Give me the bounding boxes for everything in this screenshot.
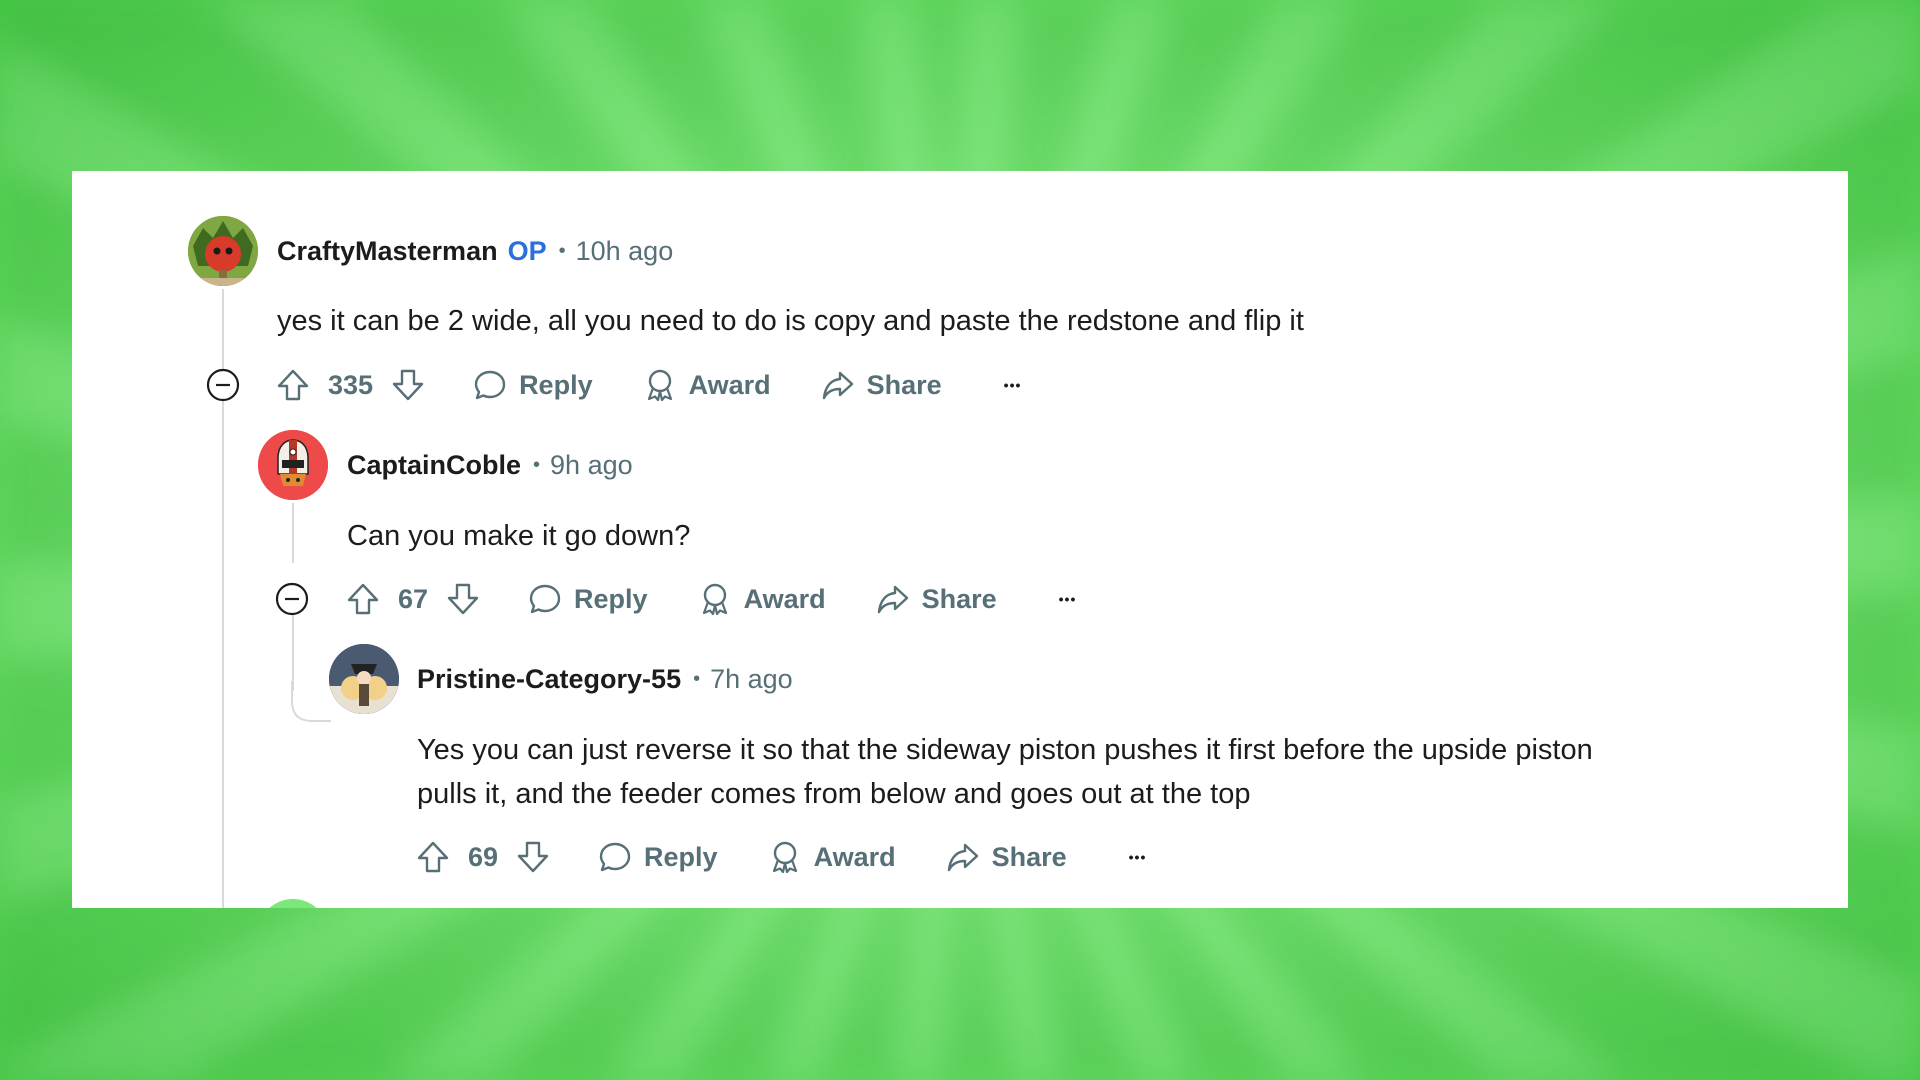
avatar-partial-next-comment[interactable] bbox=[258, 899, 328, 908]
author-name[interactable]: CraftyMasterman bbox=[277, 234, 498, 268]
comment-body-line-2: pulls it, and the feeder comes from belo… bbox=[417, 778, 1251, 810]
author-name[interactable]: CaptainCoble bbox=[347, 448, 521, 482]
more-options-icon[interactable]: ••• bbox=[1129, 849, 1147, 865]
meta-separator: • bbox=[533, 454, 541, 476]
op-badge: OP bbox=[507, 236, 547, 266]
reply-label: Reply bbox=[644, 841, 718, 872]
award-icon bbox=[643, 368, 677, 402]
vote-count: 67 bbox=[398, 583, 429, 614]
comment-meta: Pristine-Category-55 • 7h ago bbox=[417, 662, 793, 696]
thread-connector bbox=[291, 681, 331, 722]
comment-thread-card: CraftyMasterman OP • 10h ago yes it can … bbox=[72, 171, 1848, 908]
reply-button[interactable]: Reply bbox=[528, 582, 648, 616]
meta-separator: • bbox=[558, 240, 566, 262]
award-icon bbox=[698, 582, 732, 616]
more-options-icon[interactable]: ••• bbox=[1004, 377, 1022, 393]
comment-body-line-1: Yes you can just reverse it so that the … bbox=[417, 734, 1593, 766]
avatar[interactable] bbox=[258, 430, 328, 500]
share-button[interactable]: Share bbox=[821, 368, 942, 402]
comment-body: Can you make it go down? bbox=[347, 520, 691, 552]
comment-actions: 335 Reply Award Share ••• bbox=[276, 363, 1021, 407]
comment-craftymasterman: CraftyMasterman OP • 10h ago yes it can … bbox=[72, 171, 1848, 411]
share-icon bbox=[876, 582, 910, 616]
reply-button[interactable]: Reply bbox=[598, 840, 718, 874]
share-label: Share bbox=[991, 841, 1067, 872]
comment-actions: 67 Reply Award Share ••• bbox=[346, 577, 1076, 621]
downvote-icon[interactable] bbox=[391, 368, 425, 402]
share-label: Share bbox=[921, 583, 997, 614]
thread-line-level-2[interactable] bbox=[292, 503, 294, 563]
vote-count: 69 bbox=[468, 841, 499, 872]
share-label: Share bbox=[866, 369, 942, 400]
share-icon bbox=[821, 368, 855, 402]
more-options-icon[interactable]: ••• bbox=[1059, 591, 1077, 607]
reply-label: Reply bbox=[574, 583, 648, 614]
share-button[interactable]: Share bbox=[876, 582, 997, 616]
comment-body: Yes you can just reverse it so that the … bbox=[417, 728, 1777, 816]
award-label: Award bbox=[813, 841, 896, 872]
vote-count: 335 bbox=[328, 369, 374, 400]
reply-label: Reply bbox=[519, 369, 593, 400]
avatar[interactable] bbox=[329, 644, 399, 714]
upvote-icon[interactable] bbox=[416, 840, 450, 874]
comment-meta: CraftyMasterman OP • 10h ago bbox=[277, 234, 673, 268]
comment-actions: 69 Reply Award Share ••• bbox=[416, 835, 1146, 879]
reply-icon bbox=[528, 582, 562, 616]
collapse-icon[interactable] bbox=[275, 582, 309, 616]
comment-body: yes it can be 2 wide, all you need to do… bbox=[277, 305, 1304, 337]
award-icon bbox=[768, 840, 802, 874]
award-button[interactable]: Award bbox=[768, 840, 896, 874]
avatar[interactable] bbox=[188, 216, 258, 286]
reply-icon bbox=[598, 840, 632, 874]
upvote-icon[interactable] bbox=[346, 582, 380, 616]
timestamp[interactable]: 7h ago bbox=[710, 662, 793, 696]
collapse-icon[interactable] bbox=[206, 368, 240, 402]
comment-meta: CaptainCoble • 9h ago bbox=[347, 448, 633, 482]
meta-separator: • bbox=[693, 668, 701, 690]
award-button[interactable]: Award bbox=[643, 368, 771, 402]
award-label: Award bbox=[743, 583, 826, 614]
share-icon bbox=[946, 840, 980, 874]
timestamp[interactable]: 10h ago bbox=[576, 234, 674, 268]
share-button[interactable]: Share bbox=[946, 840, 1067, 874]
award-label: Award bbox=[688, 369, 771, 400]
reply-icon bbox=[473, 368, 507, 402]
award-button[interactable]: Award bbox=[698, 582, 826, 616]
timestamp[interactable]: 9h ago bbox=[550, 448, 633, 482]
downvote-icon[interactable] bbox=[516, 840, 550, 874]
downvote-icon[interactable] bbox=[446, 582, 480, 616]
author-name[interactable]: Pristine-Category-55 bbox=[417, 662, 681, 696]
reply-button[interactable]: Reply bbox=[473, 368, 593, 402]
upvote-icon[interactable] bbox=[276, 368, 310, 402]
